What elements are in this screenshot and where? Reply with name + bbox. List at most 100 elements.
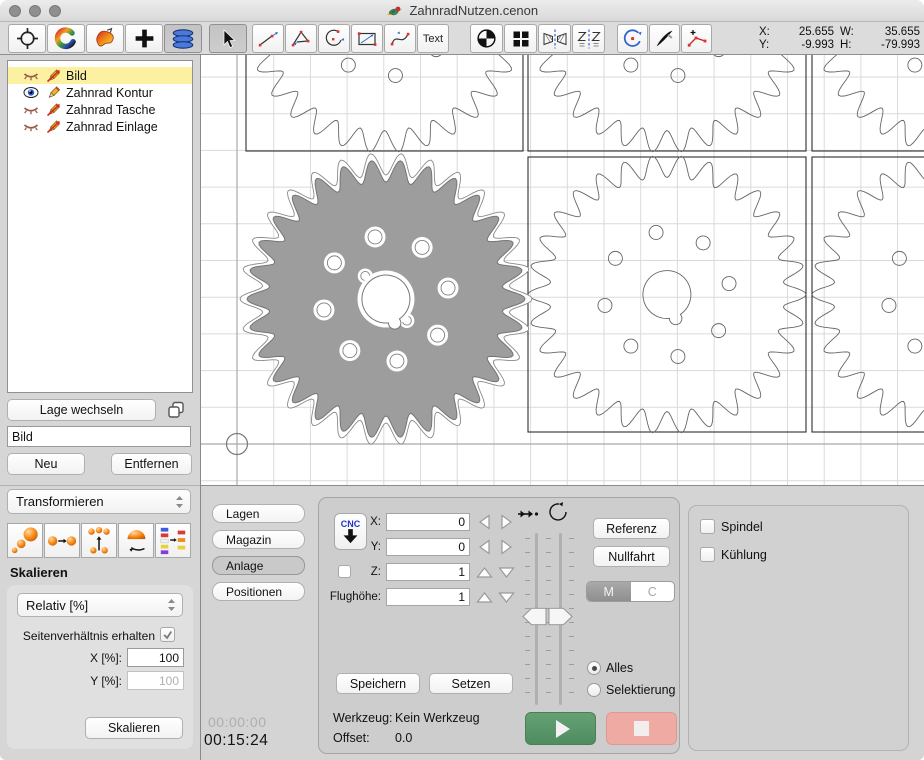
remove-layer-button[interactable]: Entfernen — [111, 453, 192, 475]
panel-mode-select[interactable]: Transformieren — [7, 489, 191, 514]
set-position-button[interactable]: Setzen — [429, 673, 513, 694]
kuehlung-row: Kühlung — [700, 547, 767, 562]
layer-list-item[interactable]: Bild — [8, 67, 192, 84]
eye-open-icon[interactable] — [22, 86, 40, 99]
rectangle-tool[interactable] — [351, 24, 383, 53]
text-tool[interactable]: Text — [417, 24, 449, 53]
axis-value-field[interactable] — [386, 513, 470, 531]
spline-tool[interactable] — [384, 24, 416, 53]
switch-layer-label: Lage wechseln — [40, 403, 123, 417]
scope-option-label: Selektierung — [606, 683, 676, 697]
color-rotation-tool[interactable] — [47, 24, 85, 53]
transform-scale-tool[interactable] — [7, 523, 43, 558]
stepper-up[interactable] — [475, 588, 494, 606]
pencil-locked-icon[interactable] — [44, 69, 62, 83]
transform-tool-row — [7, 523, 191, 558]
rotate-tool[interactable] — [617, 24, 648, 53]
sinking-tool[interactable] — [504, 24, 537, 53]
scale-unit-select[interactable]: Relativ [%] — [17, 593, 183, 617]
kuehlung-label: Kühlung — [721, 548, 767, 562]
keep-ratio-checkbox[interactable] — [160, 627, 175, 642]
layer-list-item[interactable]: Zahnrad Kontur — [8, 84, 192, 101]
scale-y-field[interactable] — [127, 671, 184, 690]
origin-crosshair-tool[interactable] — [8, 24, 46, 53]
pencil-icon[interactable] — [44, 86, 62, 100]
gear-contour[interactable] — [812, 156, 924, 432]
eye-closed-icon[interactable] — [22, 103, 40, 116]
pencil-locked-icon[interactable] — [44, 103, 62, 117]
stepper-left[interactable] — [475, 513, 494, 531]
transform-distribute-tool[interactable] — [81, 523, 117, 558]
stepper-up[interactable] — [475, 563, 494, 581]
gear-image-filled[interactable] — [240, 154, 532, 444]
segment-m[interactable]: M — [587, 582, 631, 601]
knife-tool[interactable] — [649, 24, 680, 53]
gear-contour[interactable] — [812, 55, 924, 152]
stepper-right[interactable] — [497, 538, 516, 556]
speed-slider-handle[interactable] — [548, 607, 573, 626]
mirror-vertical-tool[interactable] — [572, 24, 605, 53]
pencil-locked-icon[interactable] — [44, 120, 62, 134]
layers-tool[interactable] — [164, 24, 202, 53]
feed-slider-handle[interactable] — [522, 607, 547, 626]
referenz-button[interactable]: Referenz — [593, 518, 670, 539]
spindel-checkbox[interactable] — [700, 519, 715, 534]
scope-option-selektierung[interactable]: Selektierung — [587, 683, 676, 697]
fill-color-tool[interactable] — [86, 24, 124, 53]
arc-tool[interactable] — [318, 24, 350, 53]
move-tool[interactable] — [125, 24, 163, 53]
new-layer-button[interactable]: Neu — [7, 453, 85, 475]
axis-value-field[interactable] — [386, 538, 470, 556]
scope-option-alles[interactable]: Alles — [587, 661, 633, 675]
layer-list-item[interactable]: Zahnrad Einlage — [8, 118, 192, 135]
axis-value-field[interactable] — [386, 588, 470, 606]
gear-contour[interactable] — [528, 55, 806, 152]
cnc-tab-anlage[interactable]: Anlage — [212, 556, 305, 575]
cnc-tab-positionen[interactable]: Positionen — [212, 582, 305, 601]
stepper-down[interactable] — [497, 563, 516, 581]
axis-label: Flughöhe: — [319, 591, 381, 603]
apply-scale-button[interactable]: Skalieren — [85, 717, 183, 739]
eye-closed-icon[interactable] — [22, 120, 40, 133]
line-tool[interactable] — [252, 24, 284, 53]
selection-tool[interactable] — [209, 24, 247, 53]
gear-contour[interactable] — [528, 156, 806, 432]
knife-icon — [653, 27, 676, 50]
transform-rotate-tool[interactable] — [118, 523, 154, 558]
coord-x-label: X: — [759, 26, 776, 38]
eye-closed-icon[interactable] — [22, 69, 40, 82]
nullfahrt-button[interactable]: Nullfahrt — [593, 546, 670, 567]
coord-y-label: Y: — [759, 39, 776, 51]
add-point-tool[interactable] — [681, 24, 712, 53]
drawing-canvas[interactable] — [201, 55, 924, 485]
duplicate-layer-button[interactable] — [160, 399, 192, 421]
layer-name-field[interactable] — [7, 426, 191, 447]
speed-icon — [517, 506, 539, 522]
start-job-button[interactable] — [525, 712, 596, 745]
stepper-left[interactable] — [475, 538, 494, 556]
stepper-right[interactable] — [497, 513, 516, 531]
scale-x-label: X [%]: — [65, 651, 122, 665]
gear-contour[interactable] — [246, 55, 524, 152]
radio-icon[interactable] — [587, 683, 601, 697]
save-position-button[interactable]: Speichern — [336, 673, 420, 694]
cnc-tab-magazin[interactable]: Magazin — [212, 530, 305, 549]
polyline-tool[interactable] — [285, 24, 317, 53]
cnc-tab-lagen[interactable]: Lagen — [212, 504, 305, 523]
kuehlung-checkbox[interactable] — [700, 547, 715, 562]
distribute-spheres-icon — [83, 525, 115, 556]
scale-x-field[interactable] — [127, 648, 184, 667]
layer-list-item[interactable]: Zahnrad Tasche — [8, 101, 192, 118]
radio-selected-icon[interactable] — [587, 661, 601, 675]
segment-c[interactable]: C — [631, 582, 675, 601]
mirror-horizontal-tool[interactable] — [538, 24, 571, 53]
layer-list[interactable]: BildZahnrad KonturZahnrad TascheZahnrad … — [7, 60, 193, 393]
stop-icon — [634, 721, 649, 736]
web-mark-tool[interactable] — [470, 24, 503, 53]
switch-layer-button[interactable]: Lage wechseln — [7, 399, 156, 421]
axis-value-field[interactable] — [386, 563, 470, 581]
transform-move-tool[interactable] — [44, 523, 80, 558]
stop-job-button[interactable] — [606, 712, 677, 745]
transform-recolor-tool[interactable] — [155, 523, 191, 558]
stepper-down[interactable] — [497, 588, 516, 606]
